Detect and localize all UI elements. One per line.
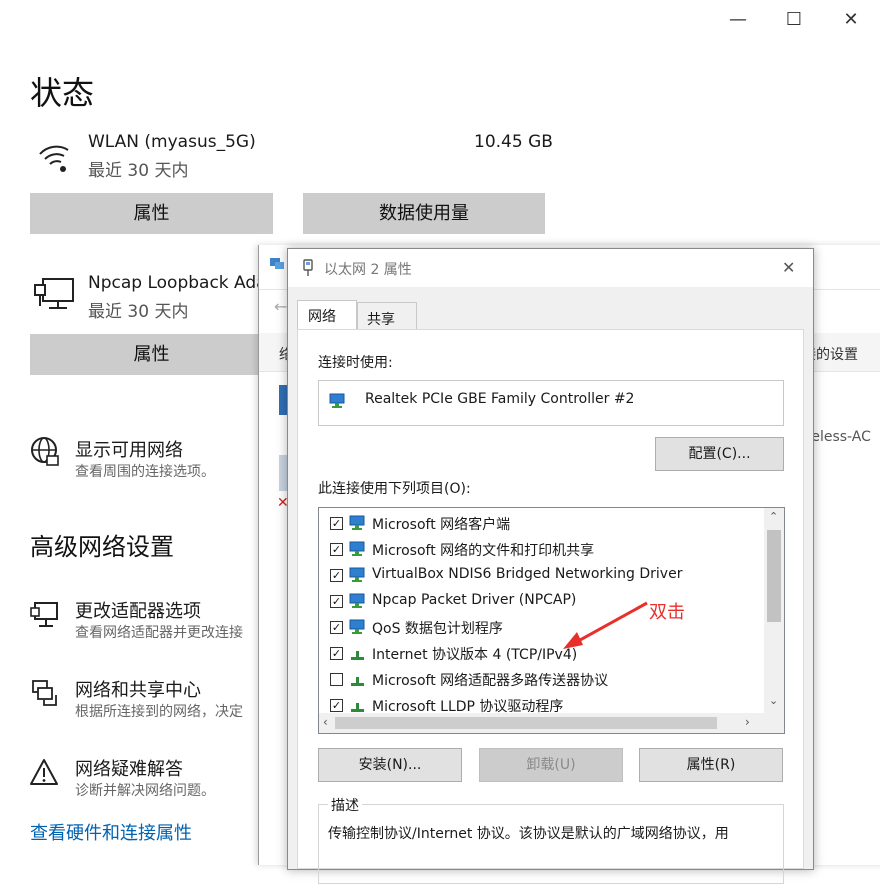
dialog-close-button[interactable]: ✕ xyxy=(782,258,795,277)
advanced-settings-heading: 高级网络设置 xyxy=(30,533,174,561)
adapter-name: Realtek PCIe GBE Family Controller #2 xyxy=(365,391,635,407)
back-arrow-icon[interactable]: ← xyxy=(274,297,287,316)
show-networks-link[interactable]: 显示可用网络 xyxy=(75,436,183,462)
description-label: 描述 xyxy=(328,795,362,815)
tab-network-label: 网络 xyxy=(308,309,336,325)
scroll-down-icon[interactable]: ⌄ xyxy=(769,694,778,707)
network-adapter-icon xyxy=(329,393,345,408)
item-checkbox[interactable]: ✓ xyxy=(330,621,343,634)
protocol-icon xyxy=(349,645,365,660)
adapter-options-link[interactable]: 更改适配器选项 xyxy=(75,597,201,623)
item-label: Internet 协议版本 4 (TCP/IPv4) xyxy=(372,647,578,663)
dialog-title: 以太网 2 属性 xyxy=(324,262,412,278)
minimize-button[interactable]: — xyxy=(726,8,750,32)
item-checkbox[interactable]: ✓ xyxy=(330,647,343,660)
list-item[interactable]: Microsoft 网络适配器多路传送器协议 xyxy=(319,666,764,692)
list-item[interactable]: ✓ Microsoft 网络客户端 xyxy=(319,510,764,536)
network-tab-panel: 连接时使用: Realtek PCIe GBE Family Controlle… xyxy=(297,329,804,884)
page-title: 状态 xyxy=(30,74,95,112)
scroll-right-icon[interactable]: › xyxy=(745,715,750,729)
item-label: VirtualBox NDIS6 Bridged Networking Driv… xyxy=(372,566,683,582)
wifi-icon xyxy=(36,140,72,176)
install-button[interactable]: 安装(N)... xyxy=(318,748,462,782)
configure-button[interactable]: 配置(C)... xyxy=(655,437,784,471)
sharing-center-desc: 根据所连接到的网络，决定 xyxy=(75,704,243,720)
network-service-icon xyxy=(349,541,365,556)
warning-icon xyxy=(30,758,60,786)
vertical-scrollbar[interactable]: ⌃ ⌄ xyxy=(764,508,784,713)
maximize-button[interactable]: ☐ xyxy=(782,8,806,32)
items-list[interactable]: ✓ Microsoft 网络客户端 ✓ Microsoft 网络的文件和打印机共… xyxy=(318,507,785,734)
ethernet-plug-icon xyxy=(302,259,314,277)
properties-button[interactable]: 属性(R) xyxy=(639,748,783,782)
list-item[interactable]: ✓ Npcap Packet Driver (NPCAP) xyxy=(319,588,764,614)
protocol-icon xyxy=(349,697,365,712)
scroll-left-icon[interactable]: ‹ xyxy=(323,715,328,729)
adapter-options-desc: 查看网络适配器并更改连接 xyxy=(75,625,243,641)
close-button[interactable]: ✕ xyxy=(839,8,863,32)
items-label: 此连接使用下列项目(O): xyxy=(318,481,471,497)
item-label: QoS 数据包计划程序 xyxy=(372,621,503,637)
tab-sharing-label: 共享 xyxy=(367,312,395,328)
item-label: Microsoft 网络适配器多路传送器协议 xyxy=(372,673,609,689)
network-driver-icon xyxy=(349,567,365,582)
adapter-box: Realtek PCIe GBE Family Controller #2 xyxy=(318,380,784,426)
item-label: Microsoft 网络客户端 xyxy=(372,517,511,533)
protocol-icon xyxy=(349,671,365,686)
sharing-center-link[interactable]: 网络和共享中心 xyxy=(75,676,201,702)
scroll-up-icon[interactable]: ⌃ xyxy=(769,510,778,523)
network-client-icon xyxy=(349,515,365,530)
npcap-period: 最近 30 天内 xyxy=(88,302,189,322)
troubleshoot-link[interactable]: 网络疑难解答 xyxy=(75,755,183,781)
npcap-name: Npcap Loopback Ada xyxy=(88,273,267,293)
item-checkbox[interactable]: ✓ xyxy=(330,517,343,530)
list-item[interactable]: ✓ Internet 协议版本 4 (TCP/IPv4) xyxy=(319,640,764,666)
description-text: 传输控制协议/Internet 协议。该协议是默认的广域网络协议，用 xyxy=(328,826,729,842)
horizontal-scrollbar[interactable]: ‹ › xyxy=(319,713,784,733)
h-scrollbar-thumb[interactable] xyxy=(335,717,717,729)
globe-icon xyxy=(30,436,60,468)
network-service-icon xyxy=(349,619,365,634)
npcap-properties-button[interactable]: 属性 xyxy=(30,334,273,375)
scrollbar-thumb[interactable] xyxy=(767,530,781,622)
wlan-properties-button[interactable]: 属性 xyxy=(30,193,273,234)
list-item[interactable]: ✓ QoS 数据包计划程序 xyxy=(319,614,764,640)
troubleshoot-desc: 诊断并解决网络问题。 xyxy=(75,783,215,799)
ethernet-properties-dialog: 以太网 2 属性 ✕ 网络 共享 连接时使用: Realtek PCIe GBE… xyxy=(287,248,814,884)
hardware-properties-link[interactable]: 查看硬件和连接属性 xyxy=(30,819,192,845)
uninstall-button[interactable]: 卸载(U) xyxy=(479,748,623,782)
list-item[interactable]: ✓ VirtualBox NDIS6 Bridged Networking Dr… xyxy=(319,562,764,588)
list-item[interactable]: ✓ Microsoft 网络的文件和打印机共享 xyxy=(319,536,764,562)
network-driver-icon xyxy=(349,593,365,608)
ethernet-icon xyxy=(33,276,75,312)
wlan-period: 最近 30 天内 xyxy=(88,161,189,181)
sharing-center-icon xyxy=(30,678,60,708)
item-checkbox[interactable] xyxy=(330,673,343,686)
item-checkbox[interactable]: ✓ xyxy=(330,699,343,712)
wlan-name: WLAN (myasus_5G) xyxy=(88,132,256,152)
adapter-icon xyxy=(30,600,60,630)
tab-sharing[interactable]: 共享 xyxy=(357,302,417,330)
item-checkbox[interactable]: ✓ xyxy=(330,595,343,608)
item-label: Npcap Packet Driver (NPCAP) xyxy=(372,592,577,608)
annotation-label: 双击 xyxy=(649,602,685,623)
description-group xyxy=(318,804,784,884)
show-networks-desc: 查看周围的连接选项。 xyxy=(75,464,215,480)
wlan-usage: 10.45 GB xyxy=(474,132,553,152)
network-folder-icon xyxy=(269,255,285,271)
connect-using-label: 连接时使用: xyxy=(318,355,393,371)
item-checkbox[interactable]: ✓ xyxy=(330,543,343,556)
item-label: Microsoft 网络的文件和打印机共享 xyxy=(372,543,595,559)
tab-network[interactable]: 网络 xyxy=(297,300,357,330)
item-checkbox[interactable]: ✓ xyxy=(330,569,343,582)
data-usage-button[interactable]: 数据使用量 xyxy=(303,193,545,234)
